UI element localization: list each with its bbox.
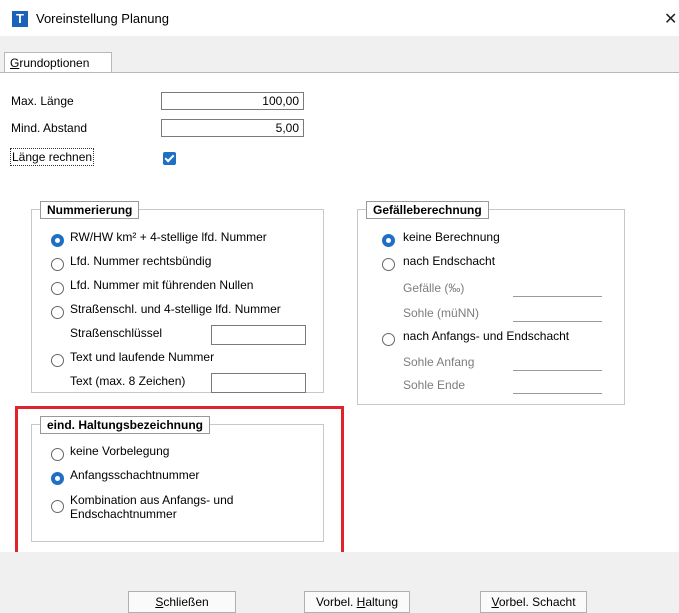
laenge-rechnen-label[interactable]: Länge rechnen: [10, 148, 95, 166]
app-icon: T: [12, 11, 28, 27]
tab-label: rundoptionen: [19, 56, 90, 70]
max-laenge-label: Max. Länge: [11, 94, 74, 108]
vorbel-haltung-prefix: Vorbel.: [315, 595, 357, 609]
sohle-input[interactable]: [513, 321, 602, 322]
vorbel-haltung-button[interactable]: Vorbel. Haltung: [304, 591, 410, 613]
gefaelle-radio-1[interactable]: [382, 234, 395, 247]
nummerierung-radio-5[interactable]: [51, 354, 64, 367]
sohle-anfang-input[interactable]: [513, 370, 602, 371]
sohle-ende-input[interactable]: [513, 393, 602, 394]
close-icon[interactable]: ✕: [664, 9, 677, 29]
nummerierung-radio-1[interactable]: [51, 234, 64, 247]
text-input[interactable]: [211, 373, 306, 393]
gefaelle-option-2[interactable]: nach Endschacht: [403, 254, 495, 268]
max-laenge-input[interactable]: 100,00: [161, 92, 304, 110]
tab-mnemonic: G: [10, 56, 20, 70]
gefaelle-radio-2[interactable]: [382, 258, 395, 271]
gefaelle-radio-3[interactable]: [382, 333, 395, 346]
gefaelle-title: Gefälleberechnung: [366, 201, 489, 219]
highlight-frame: [15, 406, 344, 555]
strassenschluessel-input[interactable]: [211, 325, 306, 345]
window-title: Voreinstellung Planung: [36, 11, 169, 26]
title-bar: T Voreinstellung Planung ✕: [0, 0, 679, 36]
mind-abstand-input[interactable]: 5,00: [161, 119, 304, 137]
nummerierung-option-2[interactable]: Lfd. Nummer rechtsbündig: [70, 254, 211, 268]
vorbel-schacht-label: orbel. Schacht: [498, 595, 576, 609]
nummerierung-option-4[interactable]: Straßenschl. und 4-stellige lfd. Nummer: [70, 302, 281, 316]
sohle-anfang-label: Sohle Anfang: [403, 355, 475, 369]
schliessen-button[interactable]: Schließen: [128, 591, 236, 613]
vorbel-schacht-mnemonic: V: [491, 595, 499, 609]
laenge-rechnen-checkbox[interactable]: [163, 152, 176, 165]
mind-abstand-label: Mind. Abstand: [11, 121, 88, 135]
nummerierung-radio-2[interactable]: [51, 258, 64, 271]
vorbel-haltung-label: altung: [365, 595, 399, 609]
nummerierung-option-3[interactable]: Lfd. Nummer mit führenden Nullen: [70, 278, 253, 292]
sohle-ende-label: Sohle Ende: [403, 378, 466, 392]
nummerierung-radio-3[interactable]: [51, 282, 64, 295]
nummerierung-title: Nummerierung: [40, 201, 140, 219]
nummerierung-option-5[interactable]: Text und laufende Nummer: [70, 350, 214, 364]
gefaelle-input[interactable]: [513, 296, 602, 297]
text-label: Text (max. 8 Zeichen): [70, 374, 186, 388]
schliessen-label: chließen: [163, 595, 209, 609]
gefaelle-option-3[interactable]: nach Anfangs- und Endschacht: [403, 329, 569, 343]
strassenschluessel-label: Straßenschlüssel: [70, 326, 163, 340]
gefaelle-label: Gefälle (‰): [403, 281, 465, 295]
tab-grundoptionen[interactable]: Grundoptionen: [4, 52, 112, 72]
nummerierung-option-1[interactable]: RW/HW km² + 4-stellige lfd. Nummer: [70, 230, 267, 244]
nummerierung-radio-4[interactable]: [51, 306, 64, 319]
vorbel-schacht-button[interactable]: Vorbel. Schacht: [480, 591, 587, 613]
sohle-label: Sohle (müNN): [403, 306, 480, 320]
gefaelle-option-1[interactable]: keine Berechnung: [403, 230, 500, 244]
